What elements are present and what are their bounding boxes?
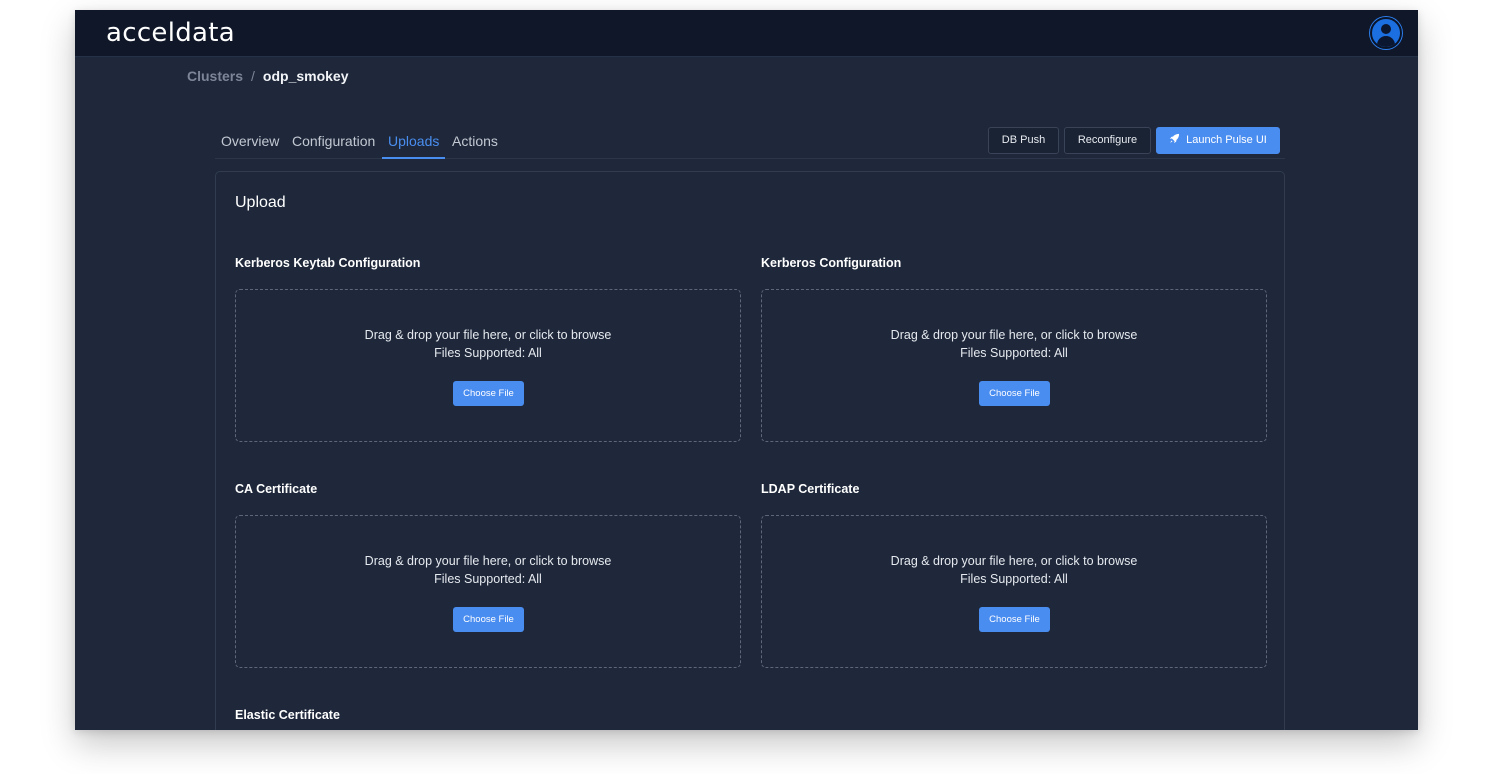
upload-panel-title: Upload: [235, 194, 286, 211]
ldap-certificate-section-title: LDAP Certificate: [761, 482, 860, 496]
kerberos-keytab-dropzone[interactable]: Drag & drop your file here, or click to …: [235, 289, 741, 442]
choose-file-button[interactable]: Choose File: [979, 607, 1050, 632]
app-window: acceldata Clusters / odp_smokey Overview C…: [75, 10, 1418, 730]
avatar-head-shape: [1381, 24, 1391, 34]
avatar-body-shape: [1377, 36, 1395, 47]
upload-panel: Upload Kerberos Keytab Configuration Dra…: [215, 171, 1285, 730]
tab-uploads[interactable]: Uploads: [382, 133, 446, 159]
acceldata-logo[interactable]: acceldata: [106, 18, 235, 48]
dropzone-supported-files: Files Supported: All: [960, 572, 1068, 586]
elastic-certificate-section-title: Elastic Certificate: [235, 708, 340, 722]
dropzone-instructions: Drag & drop your file here, or click to …: [364, 328, 612, 342]
launch-pulse-ui-label: Launch Pulse UI: [1186, 134, 1267, 146]
dropzone-supported-files: Files Supported: All: [434, 572, 542, 586]
dropzone-instructions: Drag & drop your file here, or click to …: [364, 554, 612, 568]
top-navbar: acceldata: [75, 10, 1418, 57]
dropzone-supported-files: Files Supported: All: [960, 346, 1068, 360]
tab-configuration[interactable]: Configuration: [292, 133, 375, 157]
dropzone-instructions: Drag & drop your file here, or click to …: [890, 328, 1138, 342]
user-avatar-icon[interactable]: [1370, 17, 1402, 49]
kerberos-keytab-section-title: Kerberos Keytab Configuration: [235, 256, 421, 270]
dropzone-supported-files: Files Supported: All: [434, 346, 542, 360]
choose-file-button[interactable]: Choose File: [453, 381, 524, 406]
choose-file-button[interactable]: Choose File: [453, 607, 524, 632]
ldap-certificate-dropzone[interactable]: Drag & drop your file here, or click to …: [761, 515, 1267, 668]
tab-actions[interactable]: Actions: [452, 133, 498, 157]
ca-certificate-dropzone[interactable]: Drag & drop your file here, or click to …: [235, 515, 741, 668]
kerberos-config-section-title: Kerberos Configuration: [761, 256, 902, 270]
breadcrumb-separator: /: [251, 68, 255, 84]
rocket-icon: [1169, 129, 1180, 154]
reconfigure-button[interactable]: Reconfigure: [1064, 127, 1151, 154]
dropzone-instructions: Drag & drop your file here, or click to …: [890, 554, 1138, 568]
breadcrumb: Clusters / odp_smokey: [187, 68, 349, 84]
choose-file-button[interactable]: Choose File: [979, 381, 1050, 406]
breadcrumb-clusters-link[interactable]: Clusters: [187, 68, 243, 84]
launch-pulse-ui-button[interactable]: Launch Pulse UI: [1156, 127, 1280, 154]
breadcrumb-current-cluster: odp_smokey: [262, 68, 349, 84]
kerberos-config-dropzone[interactable]: Drag & drop your file here, or click to …: [761, 289, 1267, 442]
ca-certificate-section-title: CA Certificate: [235, 482, 318, 496]
db-push-button[interactable]: DB Push: [988, 127, 1059, 154]
tab-overview[interactable]: Overview: [221, 133, 279, 157]
